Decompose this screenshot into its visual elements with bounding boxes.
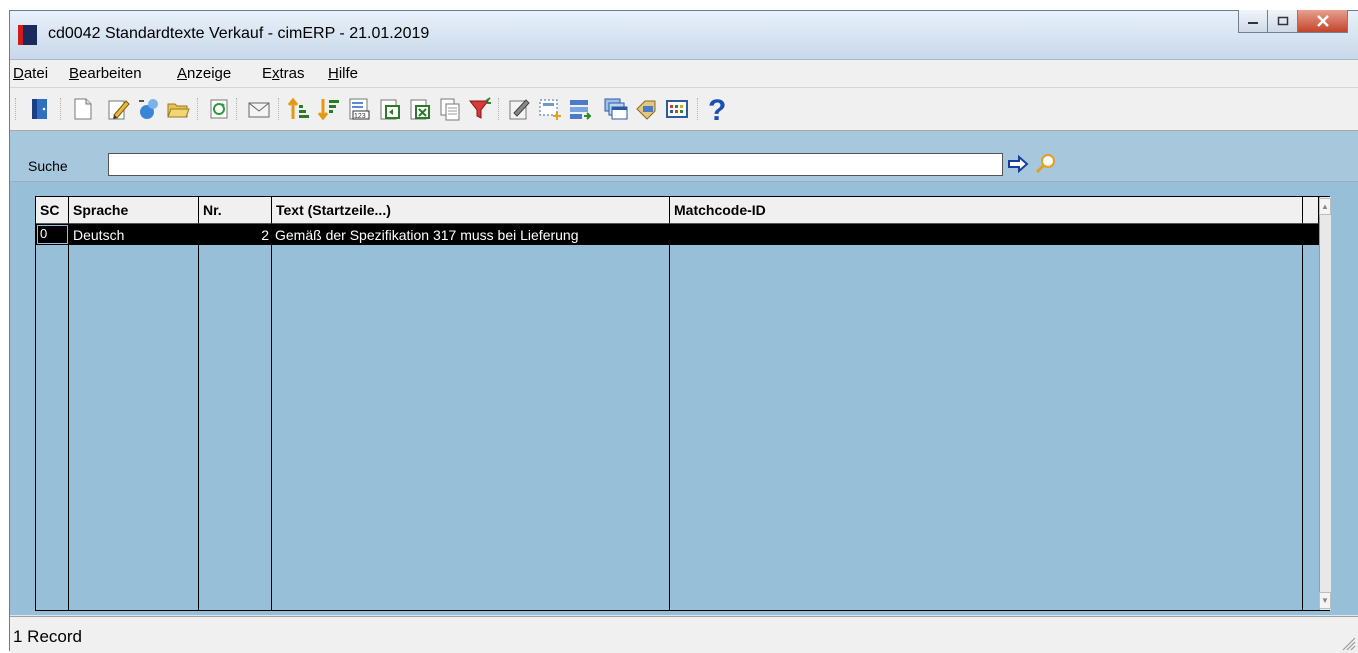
toolbar: 123 ? — [10, 88, 1358, 131]
scroll-up-button[interactable]: ▲ — [1319, 198, 1331, 215]
column-header-sprache[interactable]: Sprache — [69, 197, 199, 224]
search-input[interactable] — [108, 153, 1003, 176]
content-area: SC Sprache Nr. Text (Startzeile...) Matc… — [10, 182, 1358, 615]
toolbar-separator — [236, 98, 240, 120]
copy-record-icon[interactable] — [135, 96, 161, 122]
cell-text[interactable]: Gemäß der Spezifikation 317 muss bei Lie… — [275, 227, 579, 243]
maximize-icon — [1277, 16, 1288, 26]
menu-datei[interactable]: Datei — [13, 65, 48, 82]
import-icon[interactable] — [377, 96, 403, 122]
grid-view-icon[interactable] — [664, 96, 690, 122]
toolbar-separator — [15, 98, 19, 120]
column-header-sc[interactable]: SC — [36, 197, 69, 224]
menu-bearbeiten[interactable]: Bearbeiten — [69, 65, 142, 82]
sort-ascending-icon[interactable] — [286, 96, 312, 122]
window-title: cd0042 Standardtexte Verkauf - cimERP - … — [48, 25, 430, 42]
maximize-button[interactable] — [1268, 10, 1298, 33]
refresh-icon[interactable] — [206, 96, 232, 122]
magnifier-icon[interactable] — [1033, 151, 1059, 177]
column-nr — [199, 224, 272, 610]
exit-door-icon[interactable] — [28, 96, 54, 122]
toolbar-separator — [278, 98, 282, 120]
layout-icon[interactable] — [567, 96, 593, 122]
copy-pages-icon[interactable] — [437, 96, 463, 122]
cell-sc[interactable]: 0 — [37, 225, 68, 244]
column-sprache — [69, 224, 199, 610]
cell-nr[interactable]: 2 — [199, 227, 269, 243]
column-sc — [36, 224, 69, 610]
window-controls — [1238, 10, 1348, 33]
record-count: 1 Record — [13, 627, 82, 646]
column-header-text[interactable]: Text (Startzeile...) — [272, 197, 670, 224]
data-grid: SC Sprache Nr. Text (Startzeile...) Matc… — [35, 196, 1331, 611]
column-header-matchcode[interactable]: Matchcode-ID — [670, 197, 1303, 224]
status-bar: 1 Record — [10, 616, 1358, 653]
search-bar: Suche — [10, 131, 1358, 182]
scroll-down-button[interactable]: ▼ — [1319, 592, 1331, 609]
windows-icon[interactable] — [603, 96, 629, 122]
column-matchcode — [670, 224, 1303, 610]
menu-hilfe[interactable]: Hilfe — [328, 65, 358, 82]
column-header-nr[interactable]: Nr. — [199, 197, 272, 224]
help-icon[interactable]: ? — [705, 94, 731, 123]
toolbar-separator — [60, 98, 64, 120]
title-bar[interactable]: cd0042 Standardtexte Verkauf - cimERP - … — [10, 10, 1358, 60]
close-button[interactable] — [1298, 10, 1348, 33]
open-folder-icon[interactable] — [165, 96, 191, 122]
minimize-button[interactable] — [1238, 10, 1268, 33]
app-logo-icon — [18, 25, 37, 45]
sort-descending-icon[interactable] — [316, 96, 342, 122]
cell-sprache[interactable]: Deutsch — [73, 227, 124, 243]
column-header-extra — [1303, 197, 1319, 224]
properties-icon[interactable] — [507, 96, 533, 122]
number-list-icon[interactable]: 123 — [346, 96, 372, 122]
mail-icon[interactable] — [246, 96, 272, 122]
tag-label-icon[interactable] — [634, 96, 660, 122]
menu-anzeige[interactable]: Anzeige — [177, 65, 231, 82]
menu-bar: Datei Bearbeiten Anzeige Extras Hilfe — [10, 60, 1358, 88]
toolbar-separator — [498, 98, 502, 120]
app-window: cd0042 Standardtexte Verkauf - cimERP - … — [9, 10, 1358, 653]
vertical-scrollbar[interactable]: ▲ ▼ — [1319, 197, 1331, 610]
minimize-icon — [1248, 22, 1258, 24]
excel-export-icon[interactable] — [407, 96, 433, 122]
select-area-icon[interactable] — [537, 96, 563, 122]
svg-text:?: ? — [708, 94, 726, 123]
filter-icon[interactable] — [467, 96, 493, 122]
svg-text:123: 123 — [354, 113, 366, 120]
toolbar-separator — [197, 98, 201, 120]
resize-grip-icon[interactable] — [1340, 635, 1356, 651]
table-row[interactable]: 0 Deutsch 2 Gemäß der Spezifikation 317 … — [36, 224, 1319, 245]
toolbar-separator — [697, 98, 701, 120]
close-icon — [1316, 15, 1329, 27]
search-label: Suche — [28, 158, 68, 174]
arrow-right-icon[interactable] — [1007, 153, 1029, 175]
edit-pencil-icon[interactable] — [105, 96, 131, 122]
column-text — [272, 224, 670, 610]
new-document-icon[interactable] — [70, 96, 96, 122]
menu-extras[interactable]: Extras — [262, 65, 305, 82]
